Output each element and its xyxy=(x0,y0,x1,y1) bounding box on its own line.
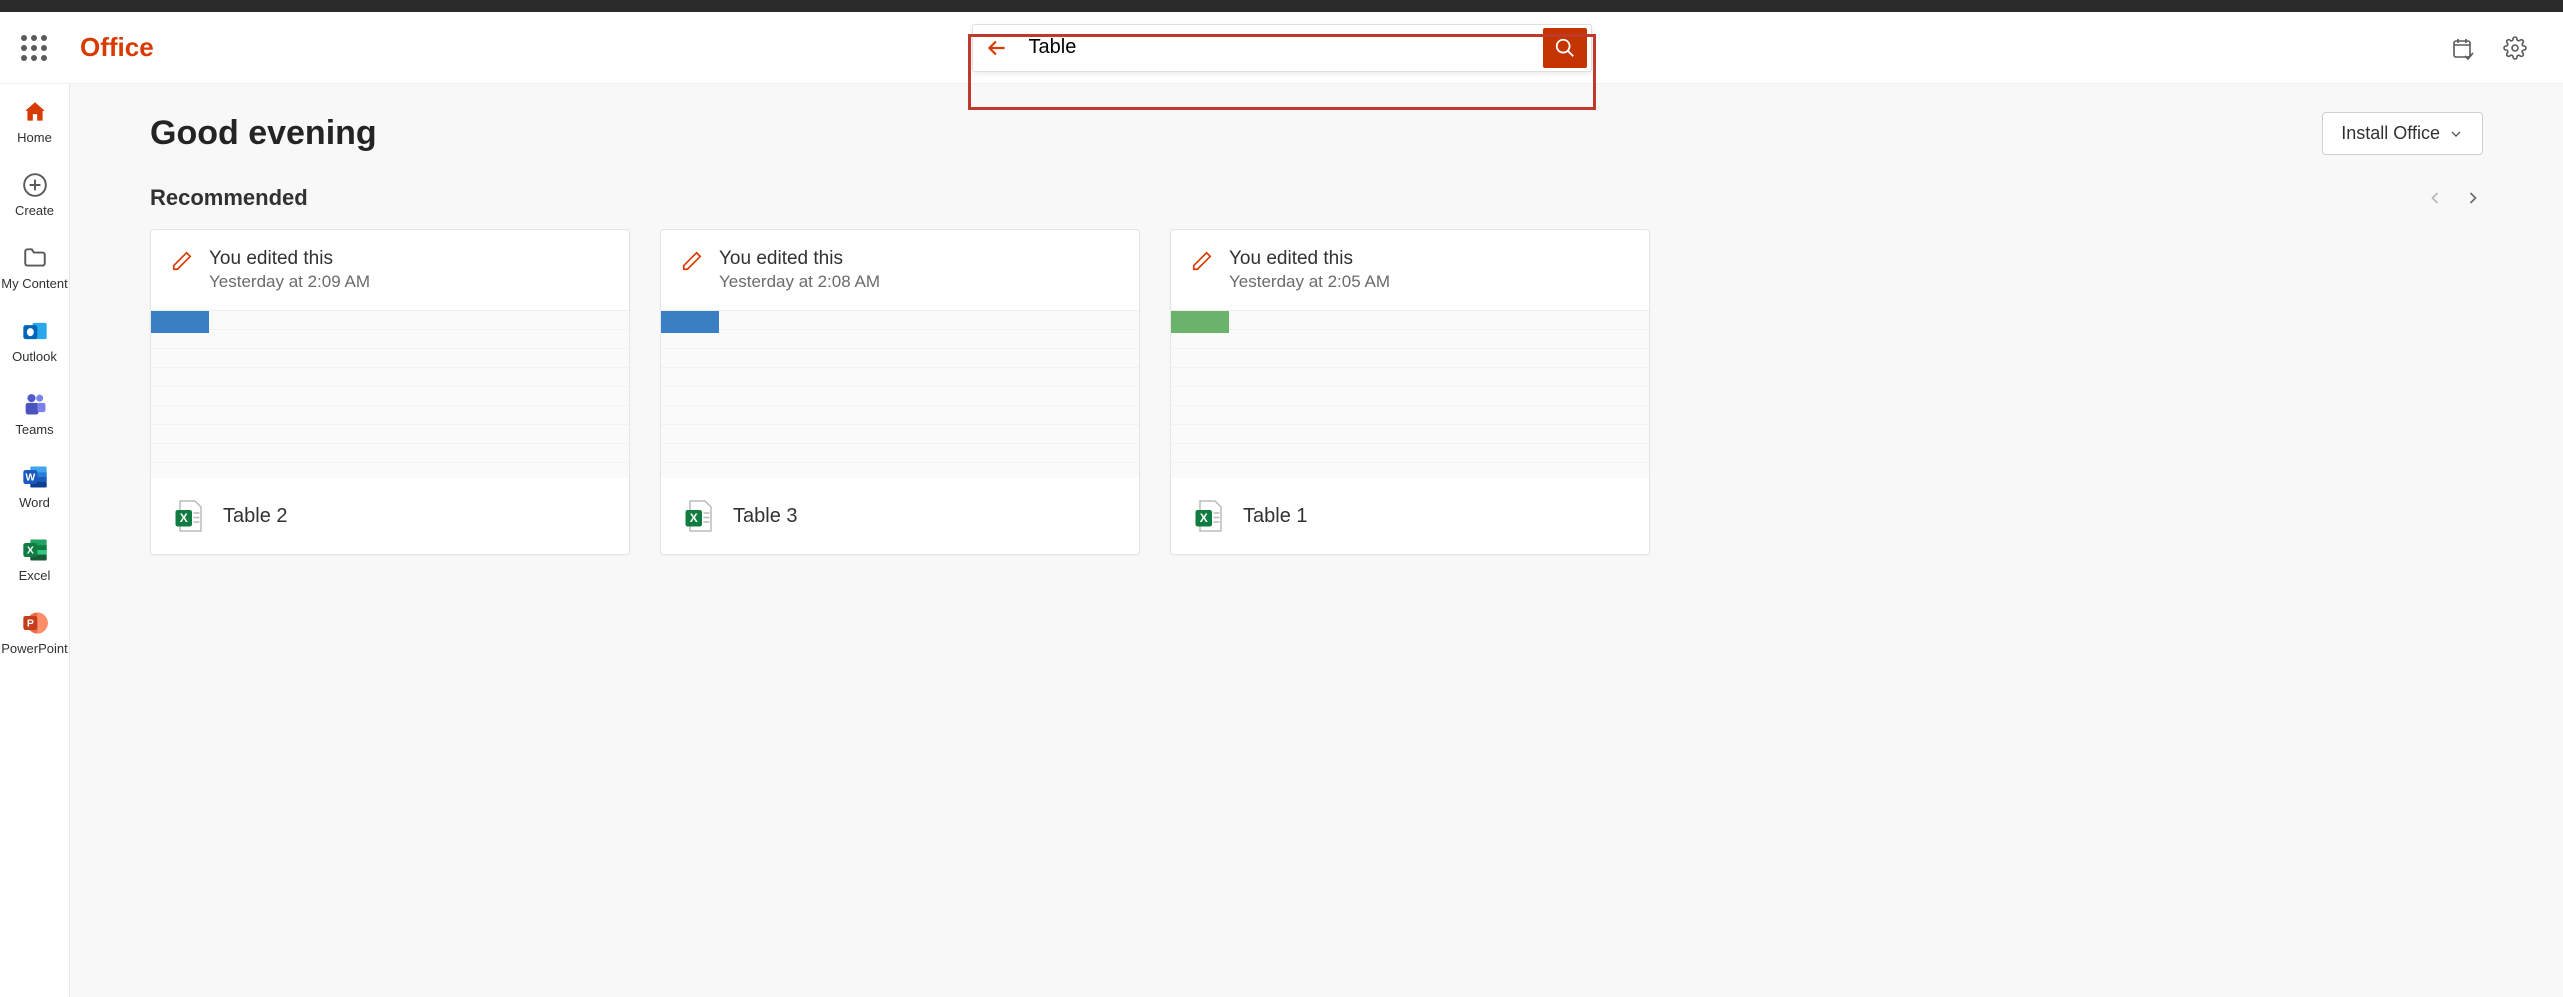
svg-text:X: X xyxy=(26,545,33,557)
excel-file-icon: X xyxy=(1191,498,1227,534)
gear-icon xyxy=(2503,36,2527,60)
carousel-arrows xyxy=(2425,188,2483,208)
search-input[interactable] xyxy=(1021,36,1543,59)
svg-text:X: X xyxy=(690,511,698,525)
document-card[interactable]: You edited this Yesterday at 2:09 AM X T… xyxy=(150,229,630,555)
chevron-left-icon xyxy=(2425,188,2445,208)
waffle-icon xyxy=(21,35,47,61)
sidebar-item-label: Excel xyxy=(19,568,51,583)
carousel-prev-button[interactable] xyxy=(2425,188,2445,208)
chevron-down-icon xyxy=(2448,126,2464,142)
svg-text:X: X xyxy=(180,511,188,525)
sidebar-item-label: My Content xyxy=(1,276,67,291)
sidebar-item-label: Outlook xyxy=(12,349,57,364)
outlook-icon xyxy=(21,317,49,345)
sidebar-item-label: Teams xyxy=(15,422,53,437)
search-container xyxy=(972,24,1592,72)
excel-file-icon: X xyxy=(681,498,717,534)
document-preview xyxy=(151,310,629,478)
main-content: Good evening Install Office Recommended xyxy=(70,84,2563,997)
sidebar-item-create[interactable]: Create xyxy=(0,167,69,222)
card-time-text: Yesterday at 2:09 AM xyxy=(209,272,370,292)
calendar-check-button[interactable] xyxy=(2451,36,2475,60)
install-office-button[interactable]: Install Office xyxy=(2322,112,2483,155)
sidebar-item-label: Create xyxy=(15,203,54,218)
folder-icon xyxy=(21,244,49,272)
svg-text:P: P xyxy=(26,618,33,630)
excel-icon: X xyxy=(21,536,49,564)
document-preview xyxy=(661,310,1139,478)
search-back-button[interactable] xyxy=(973,35,1021,61)
chevron-right-icon xyxy=(2463,188,2483,208)
sidebar: Home Create My Content Outlook Teams xyxy=(0,84,70,997)
app-launcher-button[interactable] xyxy=(0,35,68,61)
sidebar-item-label: Home xyxy=(17,130,52,145)
home-icon xyxy=(21,98,49,126)
svg-text:W: W xyxy=(25,472,35,484)
carousel-next-button[interactable] xyxy=(2463,188,2483,208)
recommended-title: Recommended xyxy=(150,185,308,211)
header-bar: Office xyxy=(0,12,2563,84)
main-layout: Home Create My Content Outlook Teams xyxy=(0,84,2563,997)
card-header: You edited this Yesterday at 2:05 AM xyxy=(1171,230,1649,310)
document-preview xyxy=(1171,310,1649,478)
document-name: Table 2 xyxy=(223,505,288,528)
document-card[interactable]: You edited this Yesterday at 2:05 AM X T… xyxy=(1170,229,1650,555)
card-footer: X Table 2 xyxy=(151,478,629,554)
card-header: You edited this Yesterday at 2:08 AM xyxy=(661,230,1139,310)
pencil-icon xyxy=(171,250,193,272)
recommended-cards: You edited this Yesterday at 2:09 AM X T… xyxy=(150,229,2483,555)
card-action-text: You edited this xyxy=(1229,248,1390,270)
arrow-left-icon xyxy=(984,35,1010,61)
card-action-text: You edited this xyxy=(209,248,370,270)
card-footer: X Table 3 xyxy=(661,478,1139,554)
sidebar-item-home[interactable]: Home xyxy=(0,94,69,149)
card-time-text: Yesterday at 2:08 AM xyxy=(719,272,880,292)
header-actions xyxy=(2451,36,2563,60)
window-titlebar xyxy=(0,0,2563,12)
teams-icon xyxy=(21,390,49,418)
document-name: Table 3 xyxy=(733,505,798,528)
recommended-header: Recommended xyxy=(150,185,2483,211)
sidebar-item-excel[interactable]: X Excel xyxy=(0,532,69,587)
pencil-icon xyxy=(1191,250,1213,272)
sidebar-item-word[interactable]: W Word xyxy=(0,459,69,514)
document-name: Table 1 xyxy=(1243,505,1308,528)
card-time-text: Yesterday at 2:05 AM xyxy=(1229,272,1390,292)
search-bar xyxy=(972,24,1592,72)
brand-title[interactable]: Office xyxy=(80,32,154,63)
excel-file-icon: X xyxy=(171,498,207,534)
svg-text:X: X xyxy=(1200,511,1208,525)
plus-circle-icon xyxy=(21,171,49,199)
powerpoint-icon: P xyxy=(21,609,49,637)
calendar-check-icon xyxy=(2451,36,2475,60)
sidebar-item-my-content[interactable]: My Content xyxy=(0,240,69,295)
document-card[interactable]: You edited this Yesterday at 2:08 AM X T… xyxy=(660,229,1140,555)
sidebar-item-label: Word xyxy=(19,495,50,510)
sidebar-item-powerpoint[interactable]: P PowerPoint xyxy=(0,605,69,660)
word-icon: W xyxy=(21,463,49,491)
settings-button[interactable] xyxy=(2503,36,2527,60)
card-action-text: You edited this xyxy=(719,248,880,270)
card-footer: X Table 1 xyxy=(1171,478,1649,554)
sidebar-item-label: PowerPoint xyxy=(1,641,67,656)
greeting-row: Good evening Install Office xyxy=(150,112,2483,155)
search-submit-button[interactable] xyxy=(1543,28,1587,68)
pencil-icon xyxy=(681,250,703,272)
search-icon xyxy=(1554,37,1576,59)
card-header: You edited this Yesterday at 2:09 AM xyxy=(151,230,629,310)
sidebar-item-outlook[interactable]: Outlook xyxy=(0,313,69,368)
greeting-text: Good evening xyxy=(150,114,377,153)
install-office-label: Install Office xyxy=(2341,123,2440,144)
sidebar-item-teams[interactable]: Teams xyxy=(0,386,69,441)
